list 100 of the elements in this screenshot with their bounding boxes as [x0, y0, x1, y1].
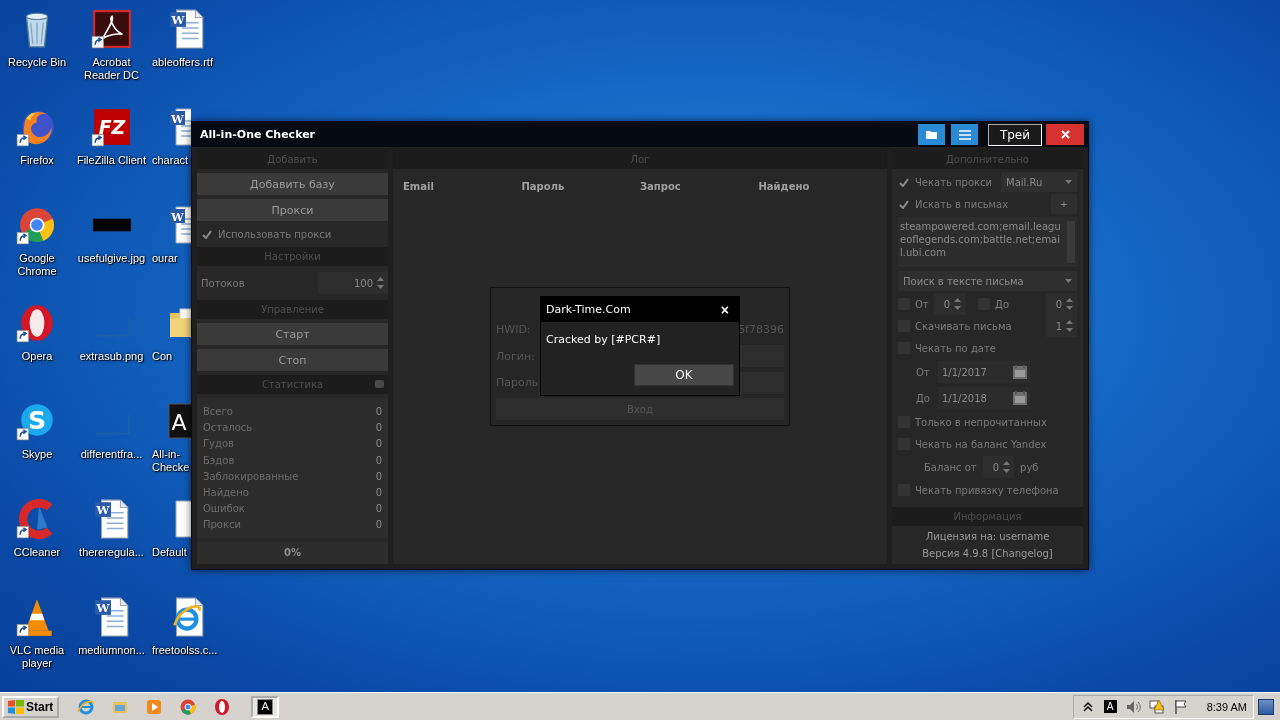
checkbox-label: Чекать по дате: [915, 342, 996, 354]
date-picker[interactable]: 1/1/2017: [938, 361, 1030, 383]
stat-value: 0: [375, 453, 382, 468]
stat-value: 0: [375, 469, 382, 484]
number-spinner[interactable]: 0: [982, 456, 1015, 478]
field-label: От: [916, 366, 930, 378]
stat-value: 0: [375, 405, 382, 419]
dialog-title: Dark-Time.Com: [546, 303, 631, 316]
icon-label: Acrobat Reader DC: [83, 56, 140, 82]
app-taskbar-button[interactable]: A: [251, 695, 280, 718]
icon-label: Skype: [21, 448, 53, 461]
icon-label: thereregula...: [79, 546, 144, 559]
stat-label: Осталось: [203, 421, 253, 436]
add-button[interactable]: +: [1051, 194, 1077, 214]
network-icon[interactable]: [1148, 698, 1165, 715]
checkbox[interactable]: [898, 198, 910, 210]
add-base-button[interactable]: Добавить базу: [197, 173, 388, 195]
icon-label: usefulgive.jpg: [77, 252, 146, 265]
checkbox-label: Использовать прокси: [218, 228, 332, 240]
window-title: All-in-One Checker: [200, 128, 316, 141]
checkbox[interactable]: [898, 176, 910, 188]
license-text: Лицензия на: username: [924, 530, 1051, 543]
pdf-reader-icon[interactable]: [90, 8, 133, 50]
close-button[interactable]: ×: [714, 301, 735, 318]
round-logo-icon[interactable]: [179, 697, 198, 716]
checkbox-label: Только в непрочитанных: [915, 416, 1047, 428]
close-icon: [1060, 130, 1070, 139]
stat-label: Бэдов: [203, 453, 235, 468]
checkbox-label: Чекать привязку телефона: [915, 484, 1059, 496]
icon-label: All-in- Checke: [152, 448, 190, 474]
column-header: Email: [403, 181, 435, 192]
field-label: Баланс от: [924, 461, 977, 473]
app-icon[interactable]: A: [1103, 700, 1117, 713]
ring-logo-icon[interactable]: [213, 697, 232, 716]
folder-button[interactable]: [918, 124, 945, 145]
icon-label: extrasub.png: [79, 350, 144, 363]
stat-label: Заблокированные: [203, 469, 299, 484]
checkbox-label: До: [995, 298, 1009, 310]
icon-label: charact: [152, 154, 189, 167]
ok-button[interactable]: OK: [634, 364, 734, 386]
start-button[interactable]: Start: [2, 695, 60, 718]
column-header: Найдено: [758, 181, 811, 192]
unit-label: руб: [1020, 461, 1039, 473]
icon-label: Google Chrome: [16, 252, 58, 278]
menu-icon: [958, 129, 971, 140]
close-button[interactable]: [1046, 124, 1084, 145]
date-picker[interactable]: 1/1/2018: [938, 387, 1030, 409]
icon-label: Recycle Bin: [7, 56, 67, 69]
number-spinner[interactable]: 100: [318, 272, 388, 294]
stat-label: Прокси: [203, 518, 242, 533]
show-desktop-button[interactable]: [1258, 698, 1274, 715]
icon-label: freetoolss.c...: [152, 644, 218, 657]
caret-icon: [1065, 180, 1072, 184]
field-label: До: [916, 392, 930, 404]
icon-label: CCleaner: [13, 546, 61, 559]
browser-e-icon[interactable]: [77, 697, 96, 716]
caret-icon: [1065, 279, 1072, 283]
stat-label: Гудов: [203, 437, 234, 452]
icon-label: FileZilla Client: [76, 154, 147, 167]
app-icon[interactable]: A: [166, 400, 191, 442]
ftp-logo-icon[interactable]: FZ: [90, 106, 133, 148]
clock[interactable]: 8:39 AM: [1206, 700, 1247, 713]
dialog-message: Cracked by [#PCR#]: [545, 332, 662, 346]
checkbox-label: Чекать прокси: [915, 176, 993, 188]
folder-icon: [926, 130, 937, 139]
icon-label: ableoffers.rtf: [152, 56, 213, 69]
stat-value: 0: [375, 502, 382, 517]
flag-icon[interactable]: [1172, 698, 1189, 715]
four-pane-logo-icon: [8, 699, 24, 714]
stat-value: 0: [375, 437, 382, 452]
service-dropdown[interactable]: Mail.Ru: [1001, 172, 1077, 192]
progress-percent: 0%: [197, 542, 388, 564]
number-spinner[interactable]: 1: [1045, 315, 1077, 337]
proxy-button[interactable]: Прокси: [197, 199, 388, 221]
menu-button[interactable]: [951, 124, 978, 145]
checkbox-label: Искать в письмах: [915, 198, 1009, 210]
field-label: Потоков: [201, 277, 245, 289]
checkbox-label: Чекать на баланс Yandex: [915, 438, 1047, 450]
icon-label: VLC media player: [8, 644, 66, 670]
search-mode-dropdown[interactable]: Поиск в тексте письма: [898, 271, 1077, 291]
icon-label: Default: [152, 546, 187, 559]
tray-button[interactable]: Трей: [988, 124, 1042, 146]
column-header: Пароль: [521, 181, 566, 192]
start-button[interactable]: Старт: [197, 323, 388, 345]
calendar-icon[interactable]: [1013, 365, 1027, 379]
checkbox[interactable]: [201, 228, 213, 240]
media-player-icon[interactable]: [145, 697, 164, 716]
number-spinner[interactable]: 0: [1045, 293, 1077, 315]
checkbox-label: От: [915, 298, 929, 310]
version-text: Версия 4.9.8 [Changelog]: [921, 547, 1054, 560]
checkbox-label: Скачивать письма: [915, 320, 1012, 332]
stat-value: 0: [375, 421, 382, 436]
calendar-icon[interactable]: [1013, 391, 1027, 405]
icon-label: ourar: [152, 252, 178, 265]
stat-label: Найдено: [203, 485, 249, 500]
stop-button[interactable]: Стоп: [197, 349, 388, 371]
stat-label: Всего: [203, 405, 233, 419]
icon-label: differentfra...: [80, 448, 143, 461]
number-spinner[interactable]: 0: [933, 293, 966, 315]
stat-label: Ошибок: [203, 502, 245, 517]
